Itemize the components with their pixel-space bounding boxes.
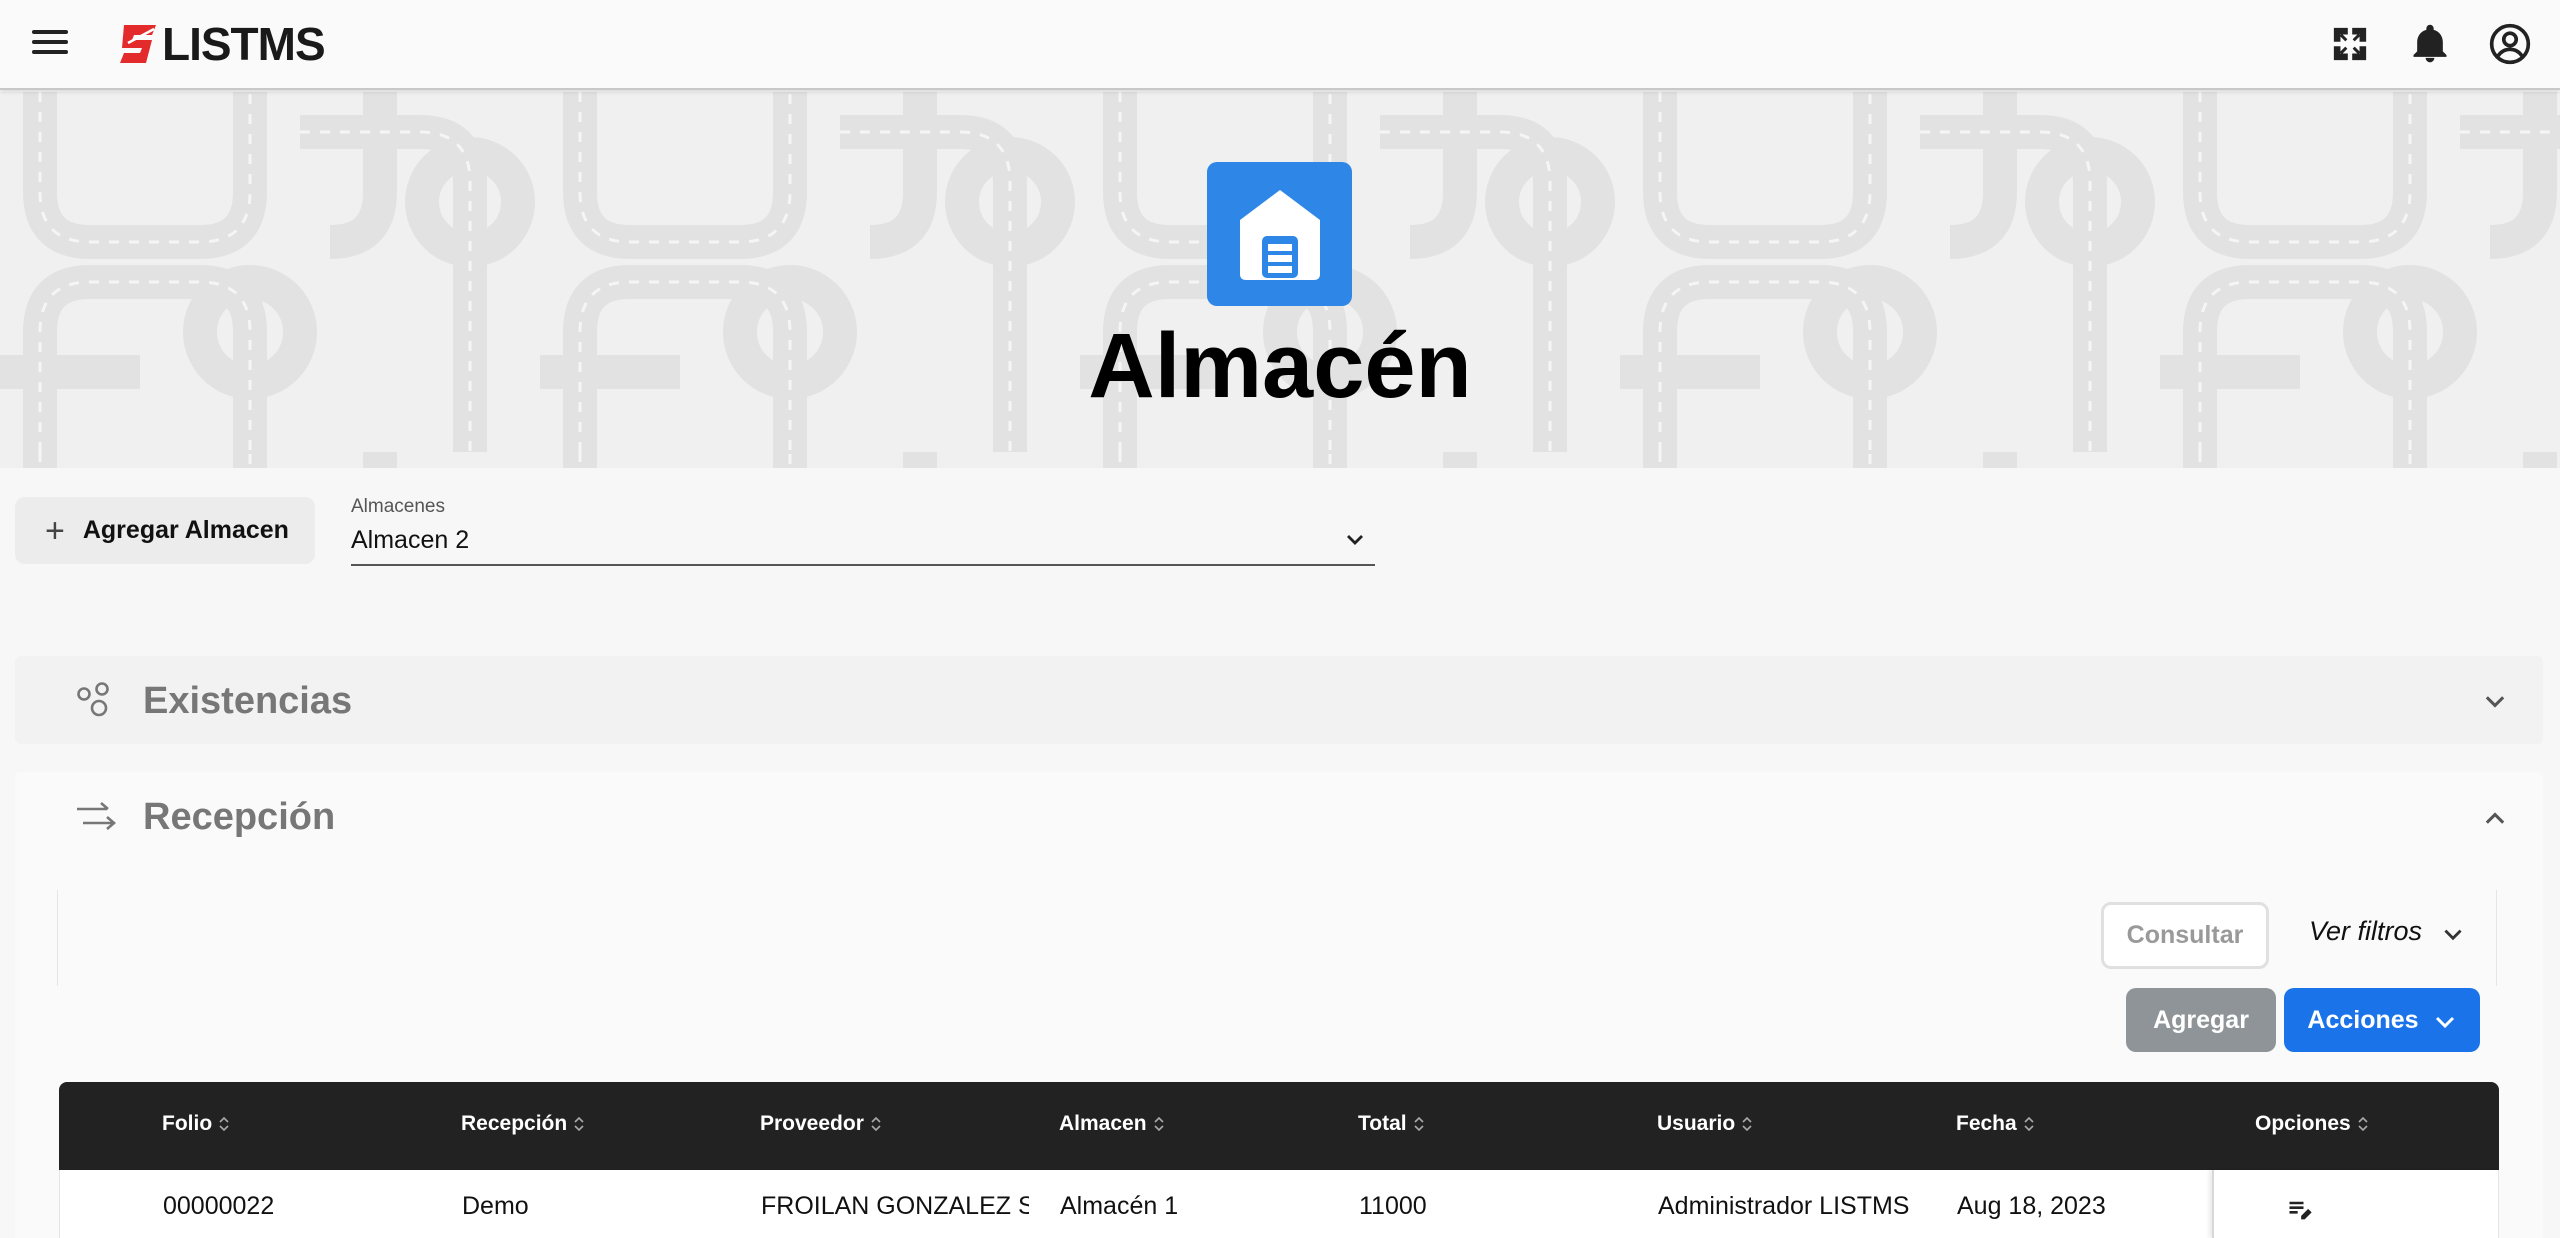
hero-banner: Almacén (0, 92, 2560, 468)
ver-filtros-label: Ver filtros (2308, 915, 2422, 946)
consultar-button[interactable]: Consultar (2101, 902, 2269, 969)
almacenes-select[interactable]: Almacenes Almacen 2 (351, 492, 1375, 568)
column-label: Opciones (2255, 1112, 2351, 1135)
chevron-down-icon (2435, 1016, 2454, 1029)
column-label: Recepción (461, 1112, 568, 1135)
transfer-arrows-icon (77, 802, 116, 830)
sort-icon (1742, 1116, 1752, 1132)
almacenes-selected-value: Almacen 2 (351, 526, 470, 554)
cell-almacen: Almacén 1 (1060, 1192, 1179, 1220)
filter-bar: Consultar Ver filtros (57, 890, 2497, 986)
recepcion-panel: Recepción Consultar Ver filtros Agregar … (15, 772, 2543, 1238)
column-label: Folio (162, 1112, 213, 1135)
sort-icon (1414, 1116, 1424, 1132)
acciones-button[interactable]: Acciones (2284, 988, 2480, 1052)
column-header-fecha[interactable]: Fecha (1956, 1112, 2035, 1136)
add-almacen-button[interactable]: + Agregar Almacen (15, 497, 315, 564)
column-header-total[interactable]: Total (1358, 1112, 1425, 1136)
table-row[interactable]: 00000022 Demo FROILAN GONZALEZ SOSA Alma… (59, 1170, 2499, 1238)
column-label: Almacen (1059, 1112, 1147, 1135)
sort-icon (1153, 1116, 1164, 1132)
almacenes-select-value[interactable]: Almacen 2 (351, 526, 1375, 566)
ver-filtros-toggle[interactable]: Ver filtros (2309, 914, 2466, 948)
user-account-icon[interactable] (2488, 22, 2532, 66)
column-header-opciones[interactable]: Opciones (2255, 1112, 2369, 1136)
column-label: Proveedor (760, 1112, 864, 1135)
chevron-down-icon (1347, 535, 1363, 545)
agregar-button[interactable]: Agregar (2126, 988, 2276, 1052)
notification-bell-icon[interactable] (2408, 22, 2452, 66)
column-header-proveedor[interactable]: Proveedor (760, 1112, 882, 1136)
sort-icon (2024, 1116, 2034, 1132)
warehouse-icon (1207, 162, 1352, 306)
brand-name: LISTMS (162, 18, 326, 70)
brand-logo-mark (120, 25, 156, 63)
edit-list-icon[interactable] (2286, 1196, 2314, 1224)
chevron-down-icon (2444, 929, 2462, 941)
recepcion-panel-header[interactable]: Recepción (15, 772, 2543, 860)
molecule-icon (77, 682, 109, 717)
recepcion-table: Folio Recepción Proveedor Almacen Total … (59, 1082, 2499, 1238)
chevron-up-icon[interactable] (2481, 804, 2509, 832)
add-almacen-label: Agregar Almacen (82, 516, 289, 544)
table-header: Folio Recepción Proveedor Almacen Total … (59, 1082, 2499, 1170)
acciones-label: Acciones (2307, 1005, 2419, 1034)
cell-usuario: Administrador LISTMS (1658, 1192, 1910, 1220)
existencias-panel: Existencias (15, 656, 2543, 744)
column-label: Fecha (1956, 1112, 2017, 1135)
cell-folio: 00000022 (163, 1192, 275, 1220)
existencias-panel-header[interactable]: Existencias (15, 656, 2543, 744)
hamburger-menu-icon[interactable] (28, 24, 72, 64)
existencias-title: Existencias (143, 680, 353, 722)
sort-icon (871, 1116, 881, 1132)
brand-logo[interactable]: LISTMS (118, 14, 326, 74)
cell-proveedor: FROILAN GONZALEZ SOSA (761, 1192, 1029, 1220)
sort-icon (574, 1116, 584, 1132)
page-title: Almacén (1088, 315, 1472, 417)
column-header-almacen[interactable]: Almacen (1059, 1112, 1165, 1136)
column-header-recepcion[interactable]: Recepción (461, 1112, 585, 1136)
plus-icon: + (45, 511, 65, 550)
column-label: Usuario (1657, 1112, 1736, 1135)
column-header-folio[interactable]: Folio (162, 1112, 230, 1136)
sort-icon (219, 1116, 229, 1132)
cell-total: 11000 (1359, 1192, 1427, 1220)
almacenes-select-label: Almacenes (351, 496, 445, 517)
column-label: Total (1358, 1112, 1407, 1135)
fullscreen-icon[interactable] (2328, 22, 2372, 66)
top-bar: LISTMS (0, 0, 2560, 90)
recepcion-title: Recepción (143, 796, 336, 838)
chevron-down-icon[interactable] (2481, 688, 2509, 716)
cell-fecha: Aug 18, 2023 (1957, 1192, 2106, 1220)
cell-recepcion: Demo (462, 1192, 529, 1220)
cell-opciones (2212, 1170, 2500, 1238)
column-header-usuario[interactable]: Usuario (1657, 1112, 1753, 1136)
sort-icon (2358, 1116, 2368, 1132)
